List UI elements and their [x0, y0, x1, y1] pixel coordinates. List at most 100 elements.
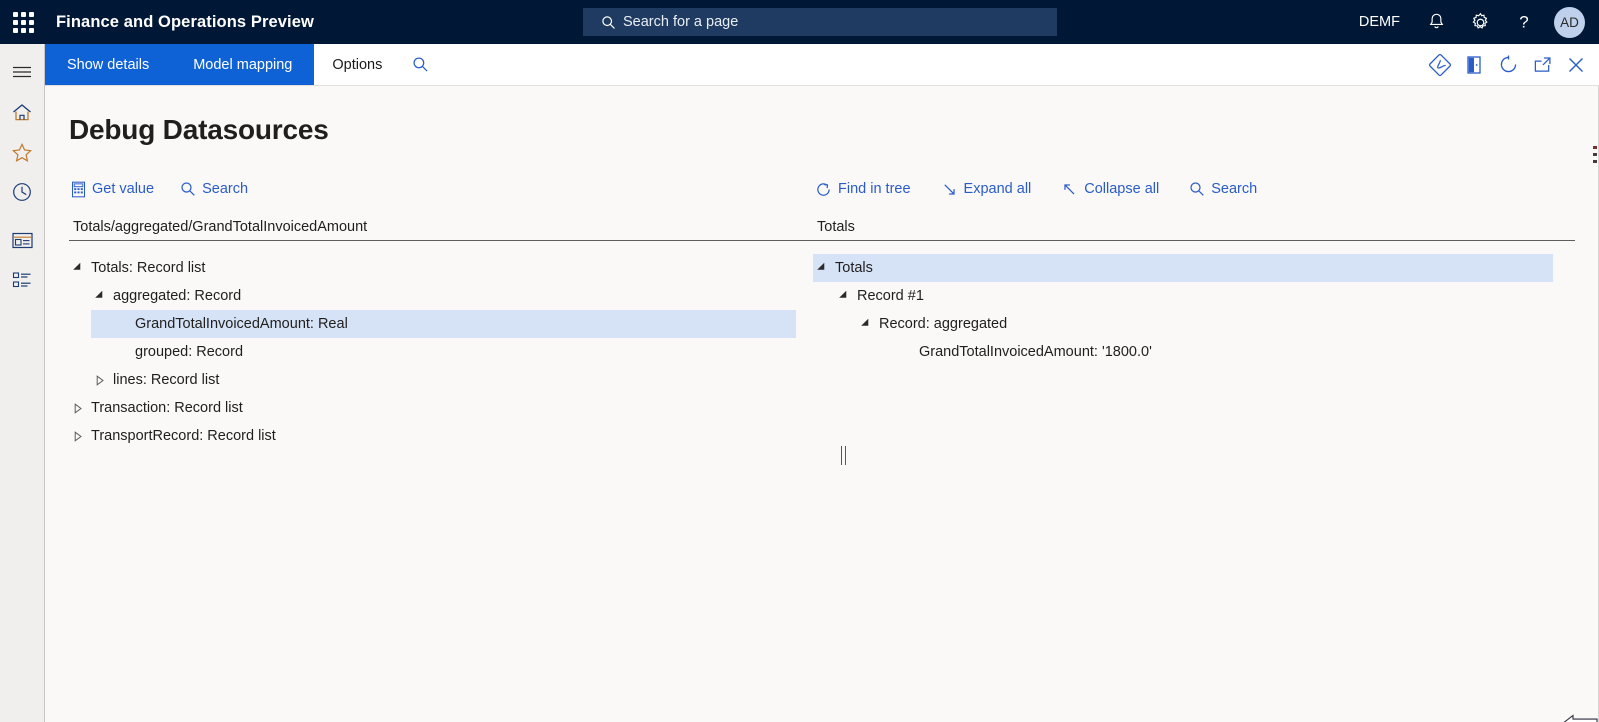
result-node-totals[interactable]: Totals [813, 254, 1553, 282]
result-tree: Totals Record #1 Record: aggregated Gran… [813, 254, 1575, 366]
header-right-group: DEMF ? AD [1345, 0, 1585, 44]
datasources-search-button[interactable]: Search [178, 178, 258, 200]
action-pane-tabstrip: Show details Model mapping Options [45, 44, 1599, 86]
sidebar-item-home[interactable] [0, 92, 44, 132]
close-button[interactable] [1559, 44, 1593, 85]
navigation-rail [0, 44, 44, 722]
expander-expanded-icon[interactable] [813, 262, 831, 274]
datasource-path-input[interactable]: Totals/aggregated/GrandTotalInvoicedAmou… [69, 217, 819, 241]
app-launcher-button[interactable] [0, 0, 46, 44]
top-header-bar: Finance and Operations Preview Search fo… [0, 0, 1599, 44]
tab-options[interactable]: Options [314, 44, 400, 85]
workspaces-icon [11, 231, 34, 250]
tree-node-label: lines: Record list [113, 372, 220, 388]
avatar[interactable]: AD [1554, 6, 1585, 38]
hamburger-menu-icon [11, 64, 33, 80]
tree-node-label: Totals: Record list [91, 260, 206, 276]
notifications-button[interactable] [1414, 0, 1458, 44]
tree-search-button[interactable]: Search [1187, 178, 1267, 200]
find-in-tree-button[interactable]: Find in tree [813, 178, 921, 201]
tree-node-grouped[interactable]: grouped: Record [69, 338, 819, 366]
page-body: Debug Datasources Get value Search Total… [45, 86, 1599, 722]
expander-collapsed-icon[interactable] [69, 430, 87, 442]
expander-expanded-icon[interactable] [835, 290, 853, 302]
settings-gear-icon [1470, 12, 1491, 33]
scrollbar-marks [1593, 146, 1597, 167]
help-question-icon: ? [1514, 12, 1534, 32]
main-content-area: Show details Model mapping Options Debug… [44, 44, 1599, 722]
company-selector[interactable]: DEMF [1345, 14, 1414, 30]
attachments-book-icon [1464, 54, 1484, 76]
find-in-tree-refresh-icon [815, 181, 832, 198]
splitter-grip[interactable] [841, 446, 846, 465]
secondary-tab-group: Options [314, 44, 441, 85]
open-in-new-window-button[interactable] [1525, 44, 1559, 85]
expand-all-button[interactable]: Expand all [939, 178, 1042, 201]
sidebar-item-workspaces[interactable] [0, 220, 44, 260]
search-icon [180, 181, 196, 197]
get-value-button[interactable]: Get value [69, 178, 164, 201]
result-node-record-aggregated[interactable]: Record: aggregated [813, 310, 1575, 338]
tab-model-mapping[interactable]: Model mapping [171, 44, 314, 85]
primary-tab-group: Show details Model mapping [45, 44, 315, 85]
app-title: Finance and Operations Preview [56, 12, 314, 31]
attachments-button[interactable] [1457, 44, 1491, 85]
notifications-bell-icon [1427, 12, 1446, 32]
collapse-all-label: Collapse all [1084, 181, 1160, 197]
recent-clock-icon [11, 181, 33, 203]
sidebar-item-favorites[interactable] [0, 132, 44, 172]
search-icon [1189, 181, 1205, 197]
tree-search-label: Search [1211, 181, 1258, 197]
expander-collapsed-icon[interactable] [91, 374, 109, 386]
mouse-cursor [1563, 712, 1599, 722]
result-node-grandtotalinvoicedamount[interactable]: GrandTotalInvoicedAmount: '1800.0' [813, 338, 1575, 366]
page-title: Debug Datasources [69, 114, 329, 145]
personalize-button[interactable] [1423, 44, 1457, 85]
tree-node-label: Record: aggregated [879, 316, 1008, 332]
expander-expanded-icon[interactable] [857, 318, 875, 330]
get-value-calculator-icon [71, 181, 86, 198]
tree-node-label: Record #1 [857, 288, 924, 304]
expander-expanded-icon[interactable] [69, 262, 87, 274]
tree-node-label: aggregated: Record [113, 288, 242, 304]
result-node-record-1[interactable]: Record #1 [813, 282, 1575, 310]
action-pane-search-button[interactable] [400, 44, 441, 85]
tree-node-lines[interactable]: lines: Record list [69, 366, 819, 394]
datasources-pane: Get value Search Totals/aggregated/Grand… [69, 174, 819, 450]
tree-node-label: GrandTotalInvoicedAmount: '1800.0' [919, 344, 1152, 360]
global-search-placeholder: Search for a page [623, 14, 739, 30]
global-search-box[interactable]: Search for a page [583, 8, 1057, 36]
open-in-new-window-icon [1532, 55, 1553, 74]
collapse-all-button[interactable]: Collapse all [1059, 178, 1169, 201]
app-launcher-grid-icon [12, 11, 34, 33]
collapse-all-arrow-icon [1061, 181, 1078, 198]
sidebar-item-recent[interactable] [0, 172, 44, 212]
expander-collapsed-icon[interactable] [69, 402, 87, 414]
tree-node-transportrecord[interactable]: TransportRecord: Record list [69, 422, 819, 450]
tab-show-details[interactable]: Show details [45, 44, 171, 85]
tree-node-grandtotalinvoicedamount[interactable]: GrandTotalInvoicedAmount: Real [91, 310, 796, 338]
tree-node-aggregated[interactable]: aggregated: Record [69, 282, 819, 310]
refresh-circle-icon [1498, 54, 1519, 75]
sidebar-item-menu[interactable] [0, 52, 44, 92]
tree-path-input[interactable]: Totals [813, 217, 1575, 241]
refresh-button[interactable] [1491, 44, 1525, 85]
close-icon [1566, 55, 1586, 75]
expand-all-arrow-icon [941, 181, 958, 198]
settings-button[interactable] [1458, 0, 1502, 44]
expander-expanded-icon[interactable] [91, 290, 109, 302]
home-icon [11, 102, 33, 123]
personalize-diamond-icon [1429, 53, 1451, 76]
search-icon [412, 56, 429, 73]
tree-node-label: TransportRecord: Record list [91, 428, 276, 444]
get-value-label: Get value [92, 181, 155, 197]
tree-result-pane: Find in tree Expand all Collapse all Sea… [813, 174, 1575, 366]
tree-node-label: Totals [835, 260, 873, 276]
tree-result-command-bar: Find in tree Expand all Collapse all Sea… [813, 174, 1575, 204]
sidebar-item-modules[interactable] [0, 260, 44, 300]
tree-node-transaction[interactable]: Transaction: Record list [69, 394, 819, 422]
datasources-command-bar: Get value Search [69, 174, 819, 204]
help-button[interactable]: ? [1502, 0, 1546, 44]
favorites-star-icon [11, 142, 33, 163]
tree-node-totals[interactable]: Totals: Record list [69, 254, 819, 282]
